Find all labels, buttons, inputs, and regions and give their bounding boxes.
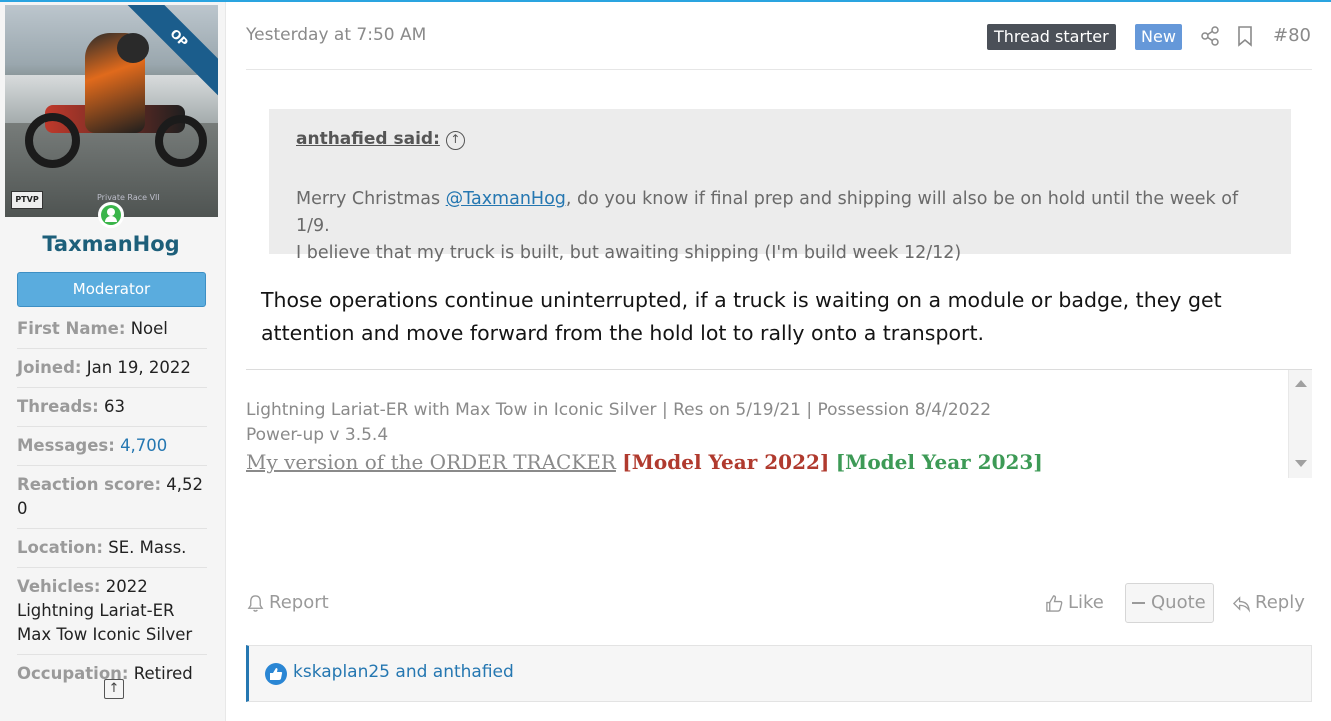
reactions-bar[interactable]: kskaplan25 and anthafied [246,645,1312,702]
reaction-users[interactable]: kskaplan25 and anthafied [293,662,514,682]
post-message: Those operations continue uninterrupted,… [261,288,1222,345]
field-reaction-score: Reaction score: 4,520 [17,466,207,529]
post-main: Yesterday at 7:50 AM Thread starter New … [246,2,1312,721]
field-threads: Threads: 63 [17,388,207,427]
bookmark-icon[interactable] [1236,25,1254,47]
reply-label: Reply [1255,592,1305,613]
user-info-fields: First Name: Noel Joined: Jan 19, 2022 Th… [17,310,207,693]
signature-scrollbar[interactable] [1288,370,1312,478]
post-date[interactable]: Yesterday at 7:50 AM [246,25,426,45]
dash-icon [1132,602,1145,604]
post-header: Yesterday at 7:50 AM Thread starter New … [246,2,1312,70]
scroll-down-icon[interactable] [1295,460,1307,467]
post-number[interactable]: #80 [1273,25,1311,46]
report-label: Report [269,592,329,613]
scroll-up-icon[interactable] [1295,380,1307,387]
avatar-watermark: Private Race VII [97,193,160,202]
field-value: 63 [103,397,125,416]
signature-text: Lightning Lariat-ER with Max Tow in Icon… [246,398,991,448]
field-label: Reaction score: [17,475,162,494]
like-button[interactable]: Like [1045,583,1104,623]
share-icon[interactable] [1199,25,1221,47]
arrow-up-icon[interactable]: ↑ [104,679,124,699]
field-joined: Joined: Jan 19, 2022 [17,349,207,388]
avatar[interactable]: PTVP Private Race VII OP [5,5,218,217]
field-location: Location: SE. Mass. [17,529,207,568]
avatar-wheel [155,115,207,167]
signature-line: Lightning Lariat-ER with Max Tow in Icon… [246,400,992,420]
bell-icon [247,594,264,612]
like-reaction-icon [265,663,287,685]
messages-link[interactable]: 4,700 [120,436,167,455]
like-label: Like [1068,592,1104,613]
quote-label: Quote [1151,592,1206,613]
signature: Lightning Lariat-ER with Max Tow in Icon… [246,369,1312,479]
avatar-wheel [25,113,80,168]
reply-button[interactable]: Reply [1232,583,1305,623]
avatar-logo: PTVP [11,191,43,209]
field-value: Noel [130,319,168,338]
field-value: SE. Mass. [108,538,187,557]
field-label: First Name: [17,319,126,338]
signature-line: Power-up v 3.5.4 [246,425,389,445]
field-value: Jan 19, 2022 [86,358,191,377]
new-badge: New [1135,24,1182,50]
post-actions: Report Like Quote Reply [246,583,1312,623]
quote-text: I believe that my truck is built, but aw… [296,243,962,263]
quote-text: Merry Christmas [296,189,446,209]
field-label: Threads: [17,397,99,416]
signature-links: My version of the ORDER TRACKER [Model Y… [246,450,1043,474]
quote-body: Merry Christmas @TaxmanHog, do you know … [296,186,1264,267]
thread-starter-badge: Thread starter [987,24,1116,50]
order-tracker-link[interactable]: My version of the ORDER TRACKER [246,450,616,474]
quote-author[interactable]: anthafied said: [296,129,440,149]
field-label: Vehicles: [17,577,101,596]
field-first-name: First Name: Noel [17,310,207,349]
user-mention[interactable]: @TaxmanHog [446,189,566,209]
reply-icon [1232,595,1251,613]
report-button[interactable]: Report [246,583,329,623]
username[interactable]: TaxmanHog [0,232,222,256]
model-year-2022-link[interactable]: [Model Year 2022] [622,450,829,474]
role-badge: Moderator [17,272,206,307]
quote-block: anthafied said: ↑ Merry Christmas @Taxman… [269,109,1291,263]
arrow-up-circle-icon[interactable]: ↑ [445,131,465,150]
quote-button-content[interactable]: Quote [1132,583,1206,623]
field-label: Messages: [17,436,115,455]
online-status-icon [98,202,124,228]
field-label: Joined: [17,358,82,377]
field-label: Location: [17,538,103,557]
thumbs-up-icon [1046,594,1063,612]
model-year-2023-link[interactable]: [Model Year 2023] [836,450,1043,474]
field-vehicles: Vehicles: 2022 Lightning Lariat-ER Max T… [17,568,207,655]
avatar-helmet [117,33,149,63]
field-messages: Messages: 4,700 [17,427,207,466]
user-sidebar: PTVP Private Race VII OP TaxmanHog Moder… [0,2,226,721]
field-value: Retired [133,664,193,683]
